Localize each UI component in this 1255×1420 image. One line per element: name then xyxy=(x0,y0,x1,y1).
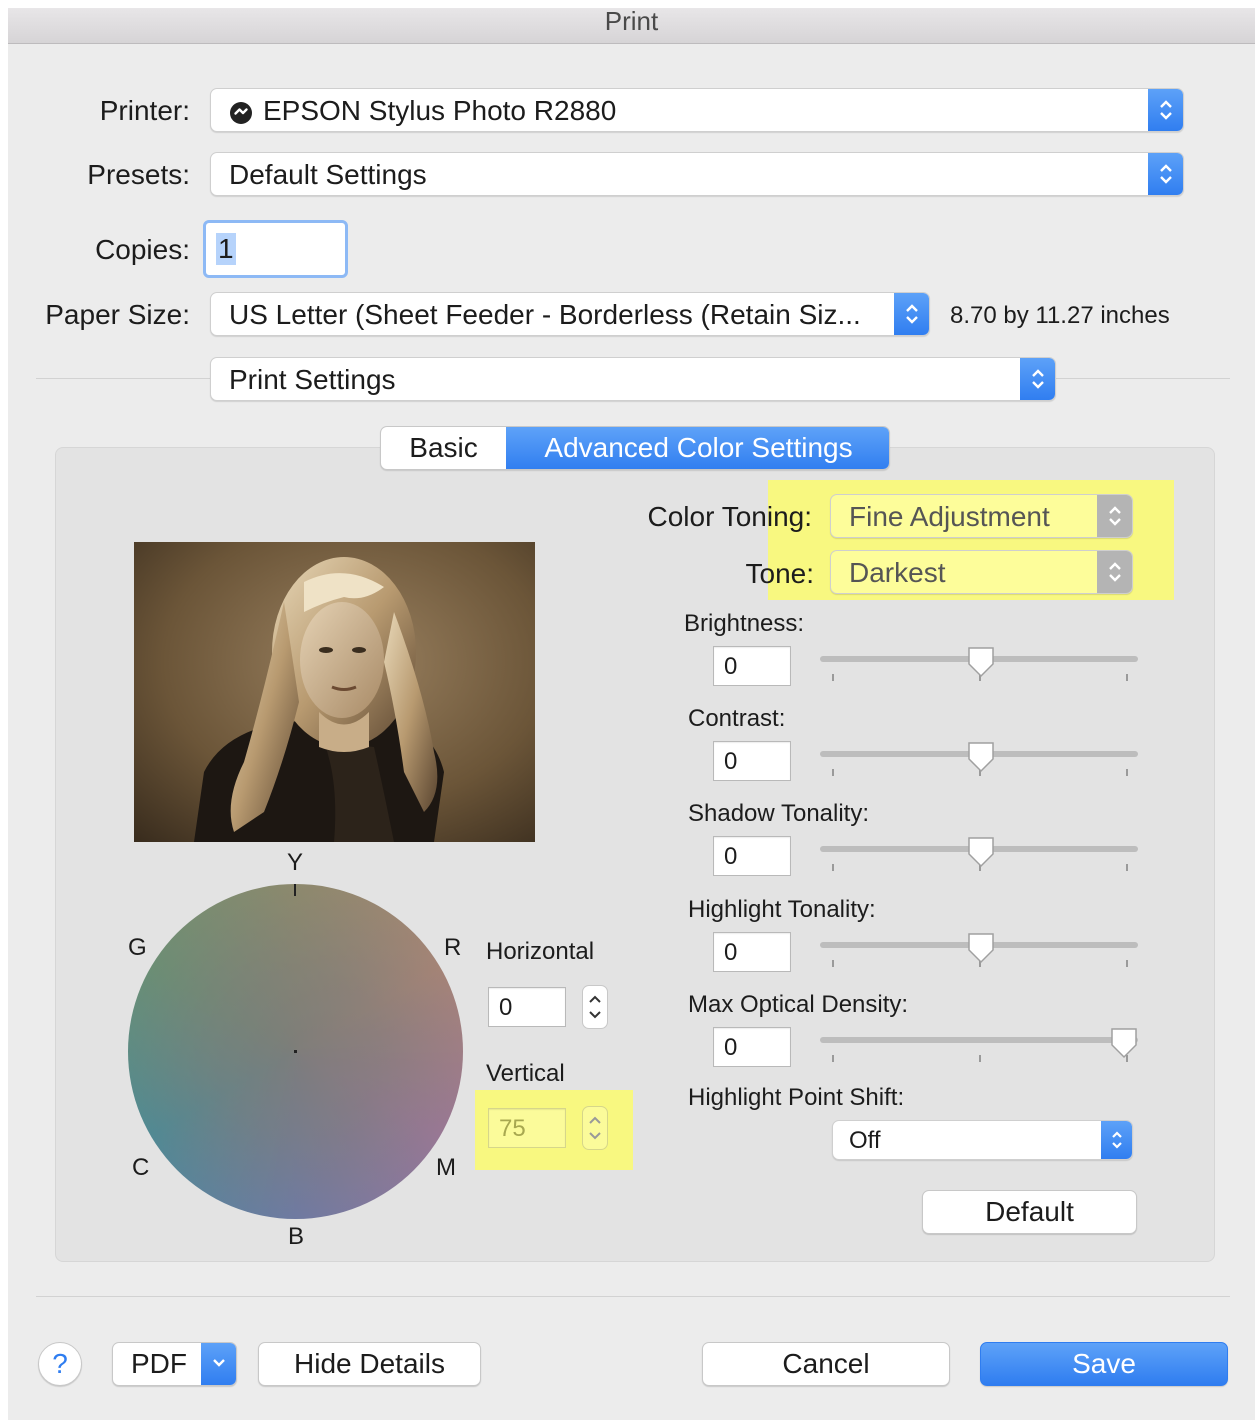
wheel-label-y: Y xyxy=(287,849,304,876)
slider-tick xyxy=(1126,769,1128,776)
slider-tick xyxy=(832,674,834,681)
vertical-label: Vertical xyxy=(486,1060,565,1087)
slider-thumb[interactable] xyxy=(967,836,995,873)
color-toning-popup[interactable]: Fine Adjustment xyxy=(830,494,1133,538)
presets-value: Default Settings xyxy=(229,159,427,190)
tone-popup[interactable]: Darkest xyxy=(830,550,1133,594)
pdf-menu-button[interactable]: PDF xyxy=(112,1342,237,1386)
slider-tick xyxy=(832,864,834,871)
highlight-point-shift-label: Highlight Point Shift: xyxy=(688,1084,905,1111)
cancel-button[interactable]: Cancel xyxy=(702,1342,950,1386)
tab-bar: Basic Advanced Color Settings xyxy=(380,426,890,470)
wheel-label-m: M xyxy=(436,1154,456,1181)
copies-input[interactable]: 1 xyxy=(203,220,348,278)
slider-value-input[interactable]: 0 xyxy=(713,646,791,686)
slider-label: Highlight Tonality: xyxy=(688,896,876,923)
wheel-top-marker xyxy=(294,884,296,896)
section-popup[interactable]: Print Settings xyxy=(210,357,1056,401)
highlight-point-shift-value: Off xyxy=(849,1127,881,1154)
section-chevron-icon xyxy=(1020,358,1055,400)
vertical-stepper[interactable] xyxy=(582,1106,608,1150)
paper-size-popup[interactable]: US Letter (Sheet Feeder - Borderless (Re… xyxy=(210,292,930,336)
horizontal-input[interactable]: 0 xyxy=(488,987,566,1027)
printer-status-icon xyxy=(229,100,253,124)
slider-tick xyxy=(832,769,834,776)
color-toning-chevron-icon xyxy=(1097,495,1132,537)
wheel-label-c: C xyxy=(132,1154,150,1181)
tone-chevron-icon xyxy=(1097,551,1132,593)
wheel-label-b: B xyxy=(288,1223,305,1250)
paper-size-label: Paper Size: xyxy=(45,299,190,330)
copies-value: 1 xyxy=(216,233,236,265)
copies-label: Copies: xyxy=(95,234,190,265)
section-value: Print Settings xyxy=(229,364,396,395)
wheel-label-g: G xyxy=(128,934,147,961)
slider-tick xyxy=(979,1055,981,1062)
wheel-center-dot xyxy=(294,1050,297,1053)
slider-value-input[interactable]: 0 xyxy=(713,741,791,781)
wheel-label-r: R xyxy=(444,934,462,961)
pdf-label: PDF xyxy=(131,1348,187,1379)
tone-value: Darkest xyxy=(849,557,946,588)
slider-thumb[interactable] xyxy=(967,646,995,683)
vertical-input[interactable]: 75 xyxy=(488,1108,566,1148)
printer-label: Printer: xyxy=(99,95,190,126)
slider-thumb[interactable] xyxy=(1110,1027,1138,1064)
printer-popup[interactable]: EPSON Stylus Photo R2880 xyxy=(210,88,1184,132)
color-toning-label: Color Toning: xyxy=(647,501,812,532)
slider-tick xyxy=(1126,674,1128,681)
printer-value: EPSON Stylus Photo R2880 xyxy=(263,95,617,126)
slider-label: Shadow Tonality: xyxy=(688,800,870,827)
footer-separator xyxy=(36,1296,1230,1297)
save-button[interactable]: Save xyxy=(980,1342,1228,1386)
slider-value-input[interactable]: 0 xyxy=(713,1027,791,1067)
horizontal-stepper[interactable] xyxy=(582,985,608,1029)
presets-label: Presets: xyxy=(87,159,190,190)
slider-tick xyxy=(1126,960,1128,967)
highlight-point-shift-popup[interactable]: Off xyxy=(832,1120,1133,1160)
separator-right xyxy=(1056,378,1230,379)
window-title: Print xyxy=(604,6,659,36)
horizontal-label: Horizontal xyxy=(486,938,595,965)
slider-label: Max Optical Density: xyxy=(688,991,909,1018)
slider-label: Contrast: xyxy=(688,705,786,732)
title-bar: Print xyxy=(8,8,1255,44)
tone-label: Tone: xyxy=(745,558,815,589)
slider-tick xyxy=(832,960,834,967)
tab-basic[interactable]: Basic xyxy=(381,427,506,469)
paper-size-value: US Letter (Sheet Feeder - Borderless (Re… xyxy=(229,299,861,330)
slider-value-input[interactable]: 0 xyxy=(713,932,791,972)
tab-advanced-color-settings[interactable]: Advanced Color Settings xyxy=(506,427,889,469)
color-toning-value: Fine Adjustment xyxy=(849,501,1050,532)
slider-value-input[interactable]: 0 xyxy=(713,836,791,876)
preview-image xyxy=(134,542,535,842)
printer-chevron-icon xyxy=(1148,89,1183,131)
slider-label: Brightness: xyxy=(684,610,805,637)
hide-details-button[interactable]: Hide Details xyxy=(258,1342,481,1386)
slider-thumb[interactable] xyxy=(967,741,995,778)
presets-chevron-icon xyxy=(1148,153,1183,195)
paper-size-chevron-icon xyxy=(894,293,929,335)
help-button[interactable]: ? xyxy=(38,1342,82,1386)
presets-popup[interactable]: Default Settings xyxy=(210,152,1184,196)
slider-track[interactable] xyxy=(820,1037,1138,1043)
slider-tick xyxy=(1126,864,1128,871)
paper-dimensions: 8.70 by 11.27 inches xyxy=(950,302,1170,329)
default-button[interactable]: Default xyxy=(922,1190,1137,1234)
pdf-chevron-down-icon xyxy=(201,1343,236,1385)
separator-left xyxy=(36,378,212,379)
slider-tick xyxy=(832,1055,834,1062)
highlight-point-shift-chevron-icon xyxy=(1101,1121,1132,1159)
slider-thumb[interactable] xyxy=(967,932,995,969)
